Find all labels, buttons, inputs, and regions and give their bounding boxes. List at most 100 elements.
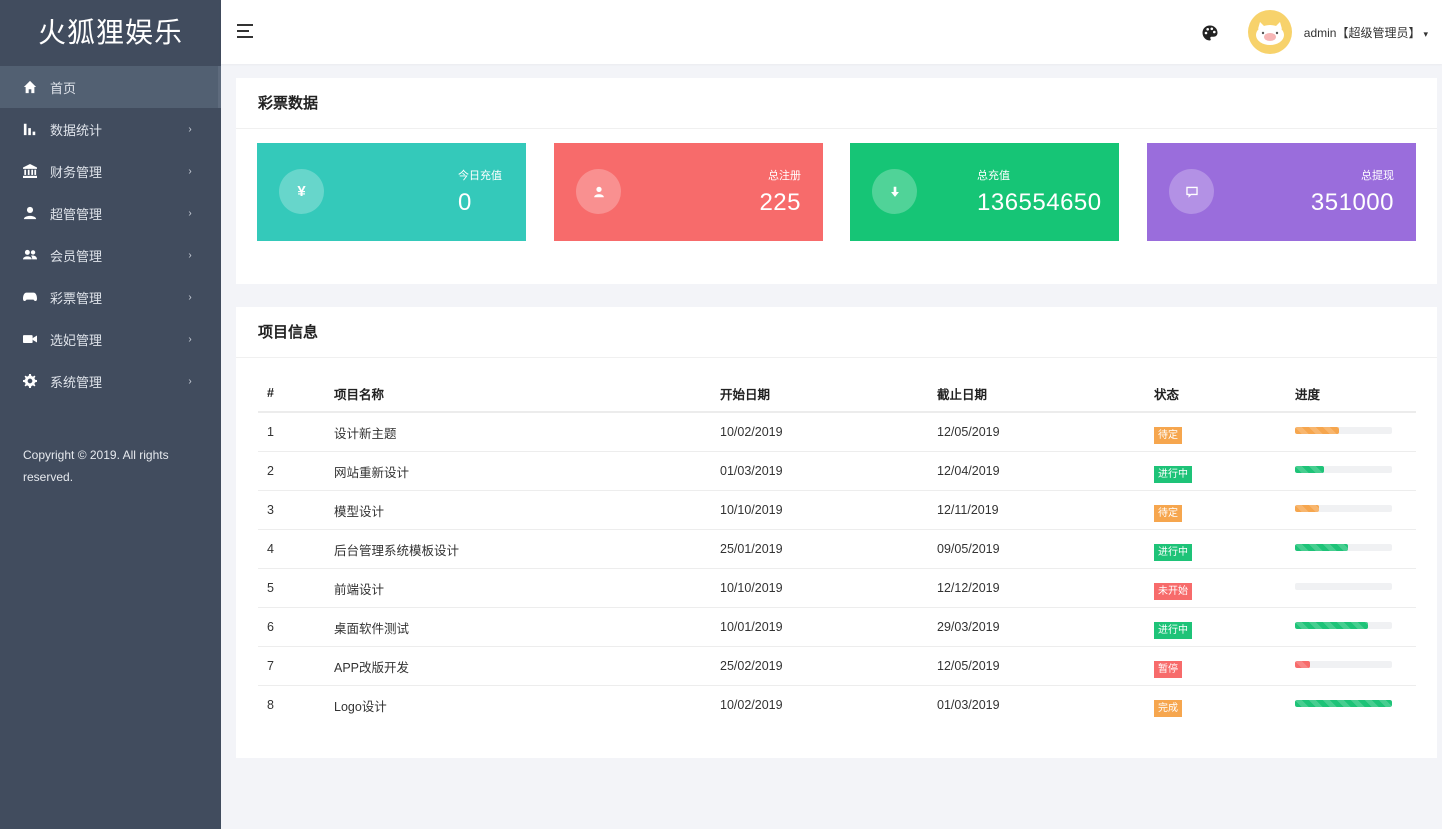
progress-bar-fill — [1295, 543, 1349, 551]
project-table: # 项目名称 开始日期 截止日期 状态 进度 1 设计新主题 10/02/2019 1… — [258, 375, 1416, 724]
user-menu[interactable]: admin【超级管理员】 ▾ — [1304, 24, 1428, 41]
project-info-card: 项目信息 # 项目名称 开始日期 截止日期 状态 进度 1 设计新主题 10/02/… — [236, 307, 1437, 758]
menu-toggle-icon[interactable] — [237, 24, 253, 38]
status-badge: 未开始 — [1154, 582, 1192, 600]
chevron-right-icon: › — [188, 165, 192, 177]
status-badge: 进行中 — [1154, 465, 1192, 483]
status-badge: 完成 — [1154, 699, 1182, 717]
sidebar-item-lottery[interactable]: 彩票管理 › — [0, 276, 221, 318]
start-date: 10/02/2019 — [711, 412, 928, 452]
sidebar-item-members[interactable]: 会员管理 › — [0, 234, 221, 276]
project-name: 桌面软件测试 — [325, 607, 711, 647]
table-row: 6 桌面软件测试 10/01/2019 29/03/2019 进行中 — [258, 607, 1416, 647]
end-date: 01/03/2019 — [937, 698, 1000, 712]
row-number: 2 — [258, 451, 325, 491]
sidebar-item-system[interactable]: 系统管理 › — [0, 360, 221, 402]
start-date: 25/01/2019 — [711, 529, 928, 569]
status-cell: 待定 — [1145, 412, 1286, 452]
progress-cell — [1286, 646, 1416, 686]
project-name: 设计新主题 — [325, 412, 711, 452]
table-row: 4 后台管理系统模板设计 25/01/2019 09/05/2019 进行中 — [258, 529, 1416, 569]
row-number: 1 — [258, 412, 325, 452]
stat-value: 351000 — [1310, 189, 1394, 216]
app-logo[interactable]: 火狐狸娱乐 — [0, 0, 221, 66]
table-row: 3 模型设计 10/10/2019 12/11/2019 待定 — [258, 490, 1416, 530]
sidebar-item-selection[interactable]: 选妃管理 › — [0, 318, 221, 360]
card-title: 彩票数据 — [236, 78, 1437, 129]
gamepad-icon — [22, 289, 38, 305]
end-date: 09/05/2019 — [928, 529, 1145, 569]
start-date: 10/10/2019 — [711, 490, 928, 530]
chevron-right-icon: › — [188, 333, 192, 345]
progress-bar-fill — [1295, 426, 1339, 434]
sidebar-item-super-admin[interactable]: 超管管理 › — [0, 192, 221, 234]
stat-total-recharge: 总充值 136554650 — [850, 143, 1119, 241]
end-date: 12/05/2019 — [928, 646, 1145, 686]
card-title: 项目信息 — [236, 307, 1437, 358]
project-name: 模型设计 — [325, 490, 711, 530]
progress-cell — [1286, 490, 1416, 530]
row-number: 8 — [267, 698, 274, 712]
end-date: 12/12/2019 — [928, 568, 1145, 608]
user-label: admin【超级管理员】 — [1303, 26, 1421, 40]
status-cell: 暂停 — [1145, 646, 1286, 686]
progress-bar-fill — [1295, 465, 1325, 473]
status-cell: 待定 — [1145, 490, 1286, 530]
row-number: 5 — [258, 568, 325, 608]
chevron-right-icon: › — [188, 249, 192, 261]
column-header: 进度 — [1286, 375, 1416, 413]
table-row: 5 前端设计 10/10/2019 12/12/2019 未开始 — [258, 568, 1416, 608]
top-header: admin【超级管理员】 ▾ — [221, 0, 1442, 64]
end-date: 29/03/2019 — [928, 607, 1145, 647]
chevron-right-icon: › — [188, 291, 192, 303]
sidebar-item-label: 选妃管理 — [50, 332, 103, 348]
chevron-right-icon: › — [188, 375, 192, 387]
video-icon — [22, 331, 38, 347]
stat-total-register: 总注册 225 — [554, 143, 823, 241]
table-row: 8 Logo设计 10/02/2019 01/03/2019 完成 — [258, 686, 1416, 725]
progress-cell — [1286, 607, 1416, 647]
progress-cell — [1286, 529, 1416, 569]
stat-value: 136554650 — [977, 189, 1102, 216]
progress-cell — [1286, 686, 1416, 725]
project-name: 前端设计 — [325, 568, 711, 608]
project-table-body: 1 设计新主题 10/02/2019 12/05/2019 待定 2 网站重新设计 01/03… — [258, 412, 1416, 724]
sidebar-item-label: 超管管理 — [50, 206, 103, 222]
sidebar-item-label: 数据统计 — [50, 122, 103, 138]
end-date: 12/04/2019 — [928, 451, 1145, 491]
avatar[interactable] — [1248, 10, 1292, 54]
status-cell: 完成 — [1145, 686, 1286, 725]
project-name: APP改版开发 — [325, 646, 711, 686]
users-icon — [22, 247, 38, 263]
bank-icon — [22, 163, 38, 179]
row-number: 7 — [258, 646, 325, 686]
table-header-row: # 项目名称 开始日期 截止日期 状态 进度 — [258, 375, 1416, 413]
progress-bar — [1295, 504, 1392, 512]
status-cell: 未开始 — [1145, 568, 1286, 608]
bar-chart-icon — [22, 121, 38, 137]
yen-icon: ¥ — [279, 169, 324, 214]
status-badge: 进行中 — [1154, 621, 1192, 639]
project-name: 后台管理系统模板设计 — [325, 529, 711, 569]
table-row: 1 设计新主题 10/02/2019 12/05/2019 待定 — [258, 412, 1416, 452]
column-header: # — [258, 375, 325, 413]
project-name: Logo设计 — [334, 699, 387, 714]
copyright-text: Copyright © 2019. All rights reserved. — [23, 448, 169, 484]
sidebar-item-statistics[interactable]: 数据统计 › — [0, 108, 221, 150]
palette-icon[interactable] — [1202, 25, 1218, 41]
sidebar-item-finance[interactable]: 财务管理 › — [0, 150, 221, 192]
sidebar-item-label: 会员管理 — [50, 248, 103, 264]
sidebar-item-home[interactable]: 首页 — [0, 66, 221, 108]
stat-value: 225 — [759, 189, 801, 216]
stat-label: 总充值 — [977, 170, 1010, 182]
stat-today-recharge: ¥ 今日充值 0 — [257, 143, 526, 241]
column-header: 项目名称 — [325, 375, 711, 413]
progress-bar-fill — [1295, 660, 1310, 668]
row-number: 3 — [258, 490, 325, 530]
progress-bar — [1295, 426, 1392, 434]
progress-cell — [1286, 451, 1416, 491]
sidebar-menu: 首页 数据统计 › 财务管理 › 超管管理 › 会员管理 › 彩票管理 › 选妃… — [0, 66, 221, 402]
user-icon — [576, 169, 621, 214]
progress-bar — [1295, 621, 1392, 629]
status-badge: 进行中 — [1154, 543, 1192, 561]
